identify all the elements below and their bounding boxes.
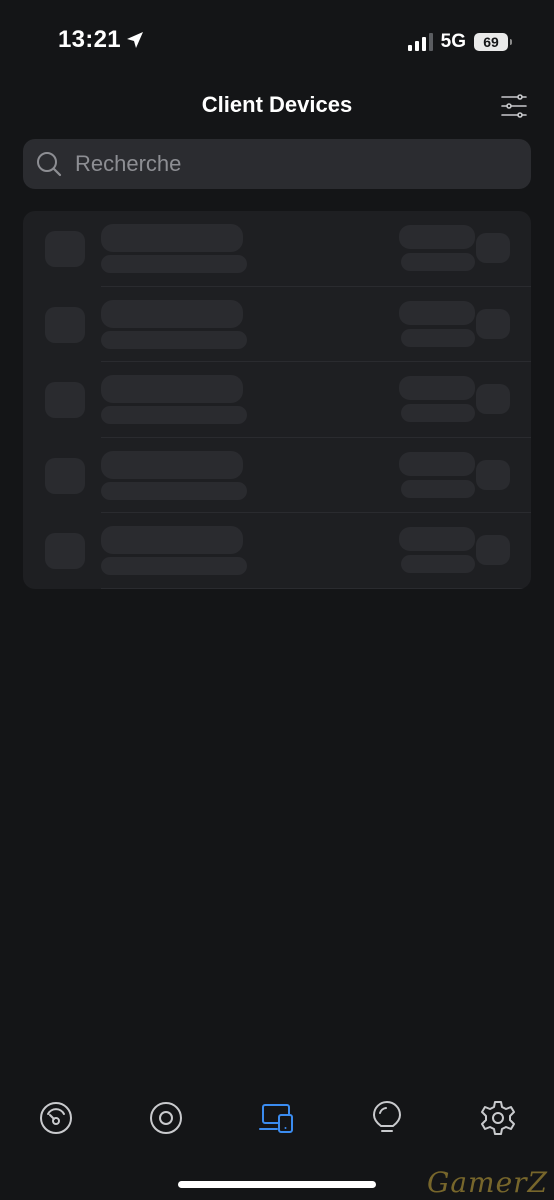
device-detail-placeholder	[101, 255, 247, 273]
device-metric-sub-placeholder	[401, 328, 475, 347]
device-badge-placeholder	[476, 535, 510, 566]
device-name-placeholder	[101, 450, 243, 479]
device-name-placeholder	[101, 299, 243, 328]
device-icon-placeholder	[45, 306, 85, 343]
row-divider	[101, 587, 531, 589]
battery-level: 69	[483, 34, 499, 50]
device-row-placeholder	[23, 287, 531, 363]
device-metric-sub-placeholder	[401, 253, 475, 271]
device-metric-sub-placeholder	[401, 404, 475, 423]
page-title: Client Devices	[201, 92, 353, 117]
device-metric-placeholder	[399, 451, 475, 476]
device-detail-placeholder	[101, 557, 247, 576]
tab-devices[interactable]	[257, 1098, 297, 1138]
device-metric-placeholder	[399, 300, 475, 325]
device-detail-placeholder	[101, 481, 247, 500]
cellular-signal-icon	[407, 33, 433, 51]
header: Client Devices	[0, 84, 554, 130]
device-icon-placeholder	[45, 382, 85, 419]
sliders-icon	[501, 94, 527, 118]
device-detail-placeholder	[101, 330, 247, 349]
watermark: GamerZ	[426, 1166, 548, 1199]
filter-button[interactable]	[500, 92, 528, 120]
lightbulb-icon	[372, 1101, 402, 1132]
device-badge-placeholder	[476, 384, 510, 415]
tab-topology[interactable]	[146, 1098, 186, 1138]
search-input[interactable]	[73, 150, 497, 178]
battery-icon: 69	[474, 33, 512, 51]
device-metric-sub-placeholder	[401, 555, 475, 574]
tab-insights[interactable]	[367, 1098, 407, 1138]
network-type: 5G	[440, 31, 466, 52]
device-row-placeholder	[23, 438, 531, 514]
location-arrow-icon	[126, 32, 143, 48]
device-metric-placeholder	[399, 527, 475, 552]
home-indicator[interactable]	[178, 1181, 376, 1188]
device-row-placeholder	[23, 513, 531, 589]
device-name-placeholder	[101, 526, 243, 555]
device-metric-placeholder	[399, 225, 475, 249]
device-list	[23, 211, 531, 589]
device-icon-placeholder	[45, 533, 85, 570]
device-row-placeholder	[23, 211, 531, 287]
device-badge-placeholder	[476, 233, 510, 263]
device-badge-placeholder	[476, 308, 510, 339]
status-bar: 13:21 5G 69	[0, 0, 554, 84]
status-time: 13:21	[58, 26, 121, 53]
status-indicators: 5G 69	[407, 28, 512, 56]
device-name-placeholder	[101, 375, 243, 404]
gear-icon	[481, 1101, 515, 1135]
status-time-group: 13:21	[58, 26, 145, 54]
device-metric-sub-placeholder	[401, 479, 475, 498]
device-badge-placeholder	[476, 459, 510, 490]
device-detail-placeholder	[101, 406, 247, 425]
device-icon-placeholder	[45, 231, 85, 267]
tab-settings[interactable]	[478, 1098, 518, 1138]
tab-bar	[0, 1090, 554, 1146]
target-icon	[150, 1102, 182, 1134]
device-name-placeholder	[101, 224, 243, 252]
search-icon	[37, 152, 62, 177]
device-metric-placeholder	[399, 376, 475, 401]
device-icon-placeholder	[45, 457, 85, 494]
tab-dashboard[interactable]	[36, 1098, 76, 1138]
device-row-placeholder	[23, 362, 531, 438]
devices-icon	[259, 1104, 293, 1133]
search-bar[interactable]	[23, 139, 531, 189]
speedometer-icon	[40, 1102, 72, 1134]
